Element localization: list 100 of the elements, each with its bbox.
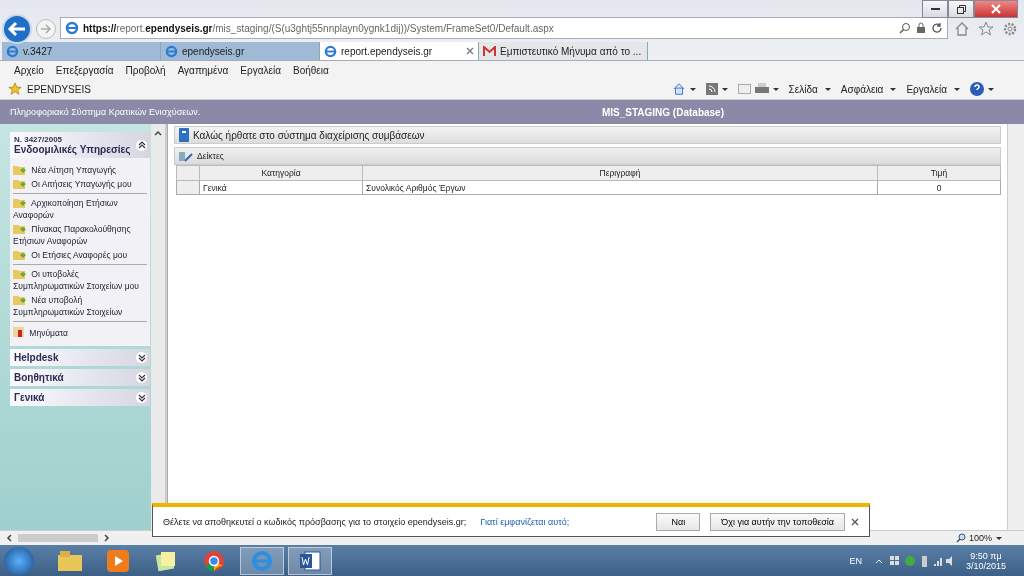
dropdown-caret-icon[interactable]: [824, 87, 831, 91]
sidebar-item[interactable]: Οι Αιτήσεις Υπαγωγής μου: [13, 177, 147, 191]
toggle-chevron-icon[interactable]: [136, 372, 147, 383]
tray-icons-drawing[interactable]: [873, 553, 954, 568]
dropdown-caret-icon[interactable]: [772, 87, 779, 91]
back-button[interactable]: [2, 14, 32, 44]
browser-icon: [6, 44, 19, 58]
sidebar-item[interactable]: Νέα υποβολή Συμπληρωματικών Στοιχείων: [13, 293, 147, 319]
sidebar-item[interactable]: Πίνακας Παρακολούθησης Ετήσιων Αναφορών: [13, 222, 147, 248]
menu-item[interactable]: Επεξεργασία: [49, 64, 120, 76]
zoom-level[interactable]: 100%: [968, 533, 992, 543]
refresh-icon[interactable]: [931, 22, 943, 34]
dropdown-caret-icon[interactable]: [721, 87, 728, 91]
browser-tab[interactable]: v.3427: [2, 42, 161, 60]
notification-button[interactable]: Ναι: [656, 512, 701, 531]
word-icon[interactable]: [288, 546, 332, 575]
star-icon[interactable]: [978, 21, 994, 37]
forward-arrow-icon: [40, 24, 52, 34]
dropdown-caret-icon[interactable]: [996, 536, 1002, 540]
scroll-right-icon[interactable]: [104, 534, 110, 542]
scroll-thumb[interactable]: [18, 534, 98, 542]
command-menu[interactable]: Σελίδα: [788, 83, 818, 95]
favorites-star-icon[interactable]: [8, 82, 22, 96]
notification-button[interactable]: Όχι για αυτήν την τοποθεσία: [710, 512, 845, 531]
message-icon: [13, 325, 25, 338]
browser-tab[interactable]: report.ependyseis.gr: [320, 42, 479, 60]
folder-icon: [13, 249, 27, 260]
folder-icon: [13, 197, 27, 208]
section-subtitle: N. 3427/2005: [14, 135, 64, 144]
column-header[interactable]: Κατηγορία: [199, 165, 363, 181]
start-button[interactable]: [4, 546, 34, 575]
section-header[interactable]: Βοηθητικά: [10, 369, 150, 386]
browser-tab[interactable]: ependyseis.gr: [161, 42, 320, 60]
sidebar-item[interactable]: Οι Ετήσιες Αναφορές μου: [13, 248, 147, 262]
table-cell: 0: [877, 180, 1001, 195]
language-indicator[interactable]: EN: [849, 555, 862, 566]
section-header[interactable]: N. 3427/2005 Ενδοομιλικές Υπηρεσίες: [10, 132, 150, 158]
search-icon[interactable]: [899, 22, 911, 34]
minimize-icon: [930, 7, 940, 11]
notification-link[interactable]: Γιατί εμφανίζεται αυτό;: [480, 516, 570, 527]
folder-icon: [13, 178, 27, 189]
url-text: https://report.ependyseis.gr/mis_staging/(S(u3ghtj55nnplayn0ygnk1dij))/System/FrameSet0/Default.aspx: [83, 22, 555, 34]
database-label: MIS_STAGING (Database): [601, 106, 724, 118]
dropdown-caret-icon[interactable]: [954, 87, 960, 91]
menu-item[interactable]: Εργαλεία: [234, 64, 287, 76]
menu-item[interactable]: Αρχείο: [8, 64, 50, 76]
menu-item[interactable]: Αγαπημένα: [171, 64, 235, 76]
address-bar[interactable]: https://report.ependyseis.gr/mis_staging/(S(u3ghtj55nnplayn0ygnk1dij))/System/FrameSet0/Default.aspx: [60, 17, 948, 39]
home-icon[interactable]: [671, 82, 686, 96]
dropdown-caret-icon[interactable]: [890, 87, 897, 91]
close-icon[interactable]: [851, 517, 859, 526]
table-cell: Γενικά: [199, 180, 363, 195]
date-text: 3/10/2015: [965, 560, 1006, 571]
feed-icon[interactable]: [705, 83, 718, 95]
folder-icon: [13, 268, 27, 279]
scroll-left-icon[interactable]: [6, 534, 12, 542]
lock-icon: [916, 22, 926, 34]
dropdown-caret-icon[interactable]: [988, 87, 994, 91]
section-title: Ενδοομιλικές Υπηρεσίες: [14, 144, 132, 155]
column-header[interactable]: Τιμή: [877, 165, 1001, 181]
favorite-link[interactable]: EPENDYSEIS: [27, 83, 91, 95]
help-icon[interactable]: [970, 82, 984, 96]
section-header[interactable]: Γενικά: [10, 389, 150, 406]
clock[interactable]: 9:50 πμ 3/10/2015: [965, 550, 1006, 571]
browser-tab[interactable]: Εμπιστευτικό Μήνυμα από το ...: [479, 42, 648, 60]
command-menu[interactable]: Εργαλεία: [906, 83, 947, 95]
scroll-up-icon[interactable]: [154, 130, 162, 136]
home-icon[interactable]: [954, 21, 970, 37]
minimize-button[interactable]: [922, 0, 948, 18]
browser-icon: [165, 44, 178, 58]
close-tab-icon[interactable]: [466, 47, 474, 55]
section-header[interactable]: Helpdesk: [10, 349, 150, 366]
back-arrow-icon: [7, 21, 27, 37]
section-title: Βοηθητικά: [14, 372, 65, 383]
menu-item[interactable]: Βοήθεια: [286, 64, 335, 76]
folder-icon: [13, 164, 27, 175]
folder-icon: [13, 294, 27, 305]
folder-icon: [13, 223, 27, 234]
sidebar-item[interactable]: Νέα Αίτηση Υπαγωγής: [13, 163, 147, 177]
toggle-chevron-icon[interactable]: [136, 392, 147, 403]
sidebar-item[interactable]: Μηνύματα: [13, 324, 147, 340]
toggle-chevron-icon[interactable]: [136, 352, 147, 363]
command-menu[interactable]: Ασφάλεια: [840, 83, 884, 95]
welcome-text: Καλώς ήρθατε στο σύστημα διαχείρισης συμβάσεων: [193, 129, 425, 141]
toggle-chevron-icon[interactable]: [136, 139, 147, 151]
close-button[interactable]: [974, 0, 1018, 18]
settings-icon[interactable]: [1002, 21, 1018, 37]
sidebar-item[interactable]: Οι υποβολές Συμπληρωματικών Στοιχείων μου: [13, 267, 147, 293]
column-header[interactable]: Περιγραφή: [362, 165, 878, 181]
restore-button[interactable]: [948, 0, 974, 18]
browser-icon: [324, 44, 337, 58]
close-icon: [991, 4, 1001, 14]
printer-icon[interactable]: [754, 83, 769, 95]
zoom-icon[interactable]: [955, 533, 966, 543]
section-title: Γενικά: [14, 392, 46, 403]
menu-item[interactable]: Προβολή: [119, 64, 172, 76]
sidebar-item[interactable]: Αρχικοποίηση Ετήσιων Αναφορών: [13, 196, 147, 222]
dropdown-caret-icon[interactable]: [689, 87, 696, 91]
notification-text: Θέλετε να αποθηκευτεί ο κωδικός πρόσβασης για το στοιχείο ependyseis.gr;: [163, 516, 467, 527]
panel-title: Δείκτες: [197, 151, 224, 161]
